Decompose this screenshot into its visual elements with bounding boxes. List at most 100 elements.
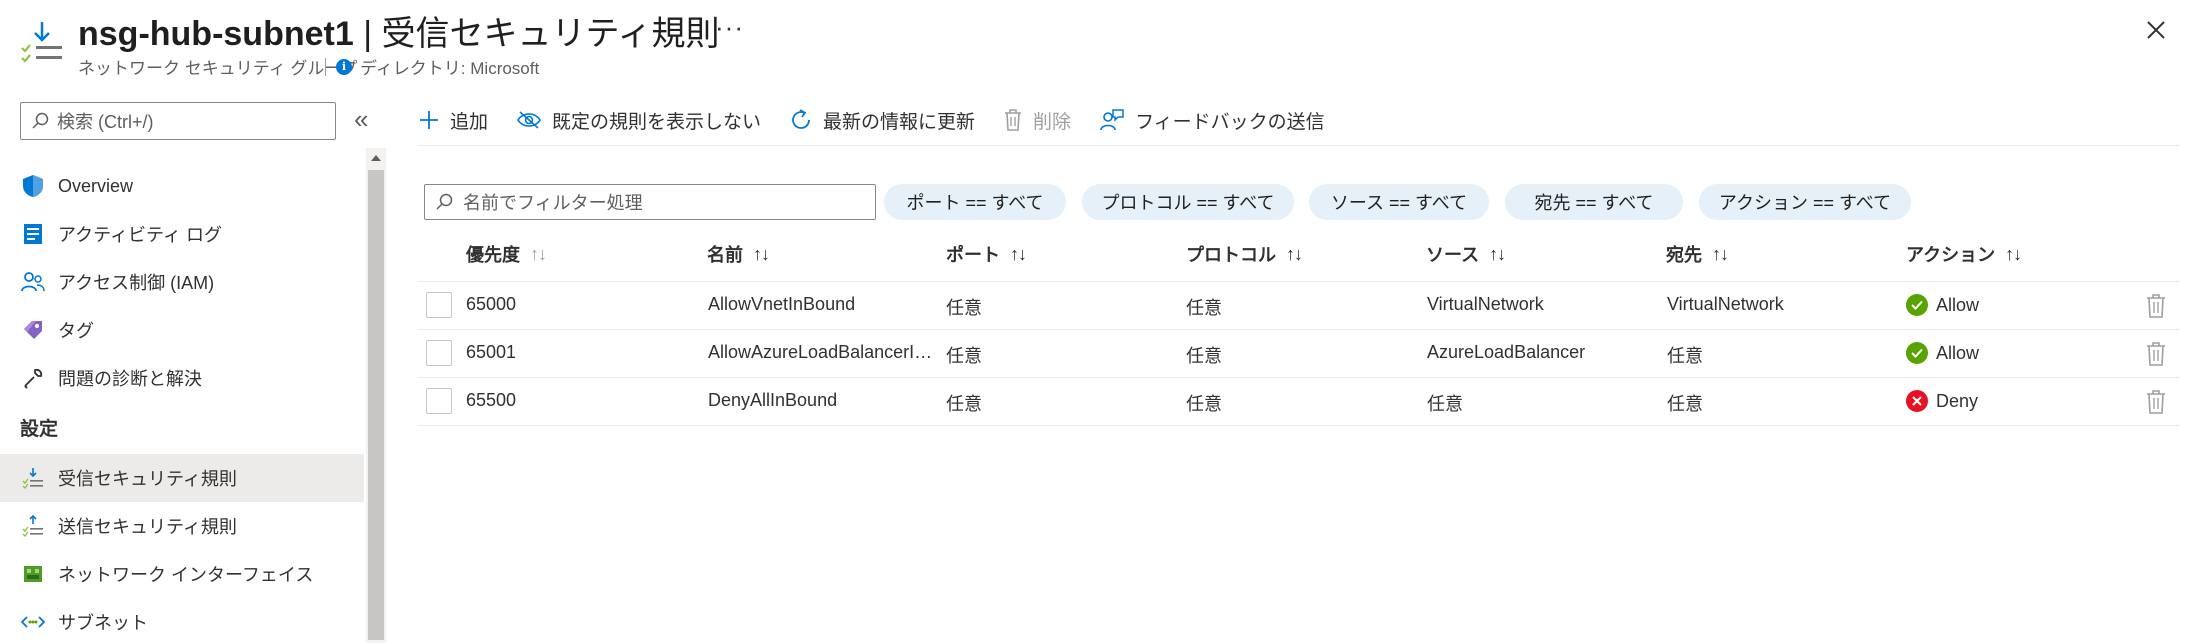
sidebar-item-outbound-rules[interactable]: 送信セキュリティ規則 bbox=[0, 502, 364, 550]
sort-icon: ↑↓ bbox=[1712, 243, 1729, 264]
inbound-rules-icon bbox=[20, 465, 46, 491]
column-header-action[interactable]: アクション ↑↓ bbox=[1906, 241, 2022, 267]
search-icon bbox=[32, 112, 49, 129]
scrollbar-thumb[interactable] bbox=[368, 170, 384, 640]
plus-icon bbox=[420, 111, 438, 129]
column-header-name[interactable]: 名前 ↑↓ bbox=[707, 241, 770, 267]
command-bar: 追加 既定の規則を表示しない 最新の情報に更新 削除 フィードバックの送信 bbox=[418, 96, 1353, 144]
send-feedback-button[interactable]: フィードバックの送信 bbox=[1099, 107, 1325, 134]
row-trash-icon[interactable] bbox=[2144, 388, 2168, 416]
column-label: ポート bbox=[946, 245, 1000, 265]
destination-filter-pill[interactable]: 宛先 == すべて bbox=[1505, 184, 1683, 220]
collapse-sidebar-button[interactable]: « bbox=[354, 104, 368, 135]
sidebar-item-label: アクセス制御 (IAM) bbox=[58, 273, 215, 293]
column-label: ソース bbox=[1426, 245, 1480, 265]
outbound-rules-icon bbox=[20, 513, 46, 539]
column-header-source[interactable]: ソース ↑↓ bbox=[1426, 241, 1506, 267]
sidebar-item-network-interfaces[interactable]: ネットワーク インターフェイス bbox=[0, 550, 364, 598]
sidebar-item-diagnose[interactable]: 問題の診断と解決 bbox=[0, 354, 364, 402]
cell-action: Allow bbox=[1906, 342, 1979, 364]
page-subtitle: ネットワーク セキュリティ グループ bbox=[78, 59, 358, 78]
close-icon[interactable] bbox=[2138, 12, 2174, 48]
sort-icon: ↑↓ bbox=[2005, 243, 2022, 264]
activity-log-icon bbox=[20, 221, 46, 247]
cell-destination: 任意 bbox=[1667, 394, 1703, 414]
sort-icon: ↑↓ bbox=[1010, 243, 1027, 264]
sidebar-item-subnets[interactable]: サブネット bbox=[0, 598, 364, 643]
column-header-priority[interactable]: 優先度 ↑↓ bbox=[466, 241, 547, 267]
cell-source: AzureLoadBalancer bbox=[1427, 342, 1586, 362]
name-filter-input[interactable]: 名前でフィルター処理 bbox=[424, 184, 876, 220]
hide-default-rules-button[interactable]: 既定の規則を表示しない bbox=[516, 107, 761, 134]
sidebar-item-iam[interactable]: アクセス制御 (IAM) bbox=[0, 258, 364, 306]
cell-priority: 65000 bbox=[466, 294, 517, 314]
sidebar-item-label: サブネット bbox=[58, 613, 148, 633]
subnet-icon bbox=[20, 609, 46, 635]
sidebar-item-inbound-rules[interactable]: 受信セキュリティ規則 bbox=[0, 454, 364, 502]
delete-button[interactable]: 削除 bbox=[1003, 107, 1071, 134]
sort-icon: ↑↓ bbox=[1286, 243, 1303, 264]
check-circle-icon bbox=[1906, 342, 1928, 364]
add-button[interactable]: 追加 bbox=[418, 107, 488, 134]
column-label: 名前 bbox=[707, 245, 743, 265]
action-label: Allow bbox=[1936, 342, 1980, 363]
row-trash-icon[interactable] bbox=[2144, 292, 2168, 320]
column-label: 宛先 bbox=[1666, 245, 1702, 265]
scroll-up-arrow-icon[interactable] bbox=[366, 148, 386, 168]
tag-icon bbox=[20, 317, 46, 343]
row-checkbox[interactable] bbox=[426, 292, 452, 318]
sidebar-item-label: アクティビティ ログ bbox=[58, 225, 222, 245]
feedback-label: フィードバックの送信 bbox=[1135, 111, 1325, 133]
sort-icon: ↑↓ bbox=[753, 243, 770, 264]
source-filter-pill[interactable]: ソース == すべて bbox=[1309, 184, 1489, 220]
sort-icon: ↑↓ bbox=[530, 243, 547, 264]
cell-name[interactable]: AllowVnetInBound bbox=[708, 294, 855, 315]
table-row[interactable]: 65001 AllowAzureLoadBalancerInBound 任意 任… bbox=[418, 330, 2180, 378]
column-label: プロトコル bbox=[1186, 245, 1276, 265]
sidebar-item-label: 送信セキュリティ規則 bbox=[58, 517, 237, 537]
table-row[interactable]: 65000 AllowVnetInBound 任意 任意 VirtualNetw… bbox=[418, 282, 2180, 330]
cell-source: VirtualNetwork bbox=[1427, 294, 1544, 314]
cell-priority: 65500 bbox=[466, 390, 517, 410]
action-label: Deny bbox=[1936, 390, 1979, 411]
cell-port: 任意 bbox=[946, 394, 982, 414]
cell-name[interactable]: DenyAllInBound bbox=[708, 390, 837, 411]
sidebar-item-overview[interactable]: Overview bbox=[0, 162, 364, 210]
cell-action: Allow bbox=[1906, 294, 1979, 316]
column-label: アクション bbox=[1906, 245, 1996, 265]
row-checkbox[interactable] bbox=[426, 388, 452, 414]
check-circle-icon bbox=[1906, 294, 1928, 316]
search-placeholder: 検索 (Ctrl+/) bbox=[57, 112, 154, 132]
add-button-label: 追加 bbox=[450, 111, 489, 133]
column-header-destination[interactable]: 宛先 ↑↓ bbox=[1666, 241, 1729, 267]
cell-name[interactable]: AllowAzureLoadBalancerInBound bbox=[708, 342, 938, 363]
action-filter-pill[interactable]: アクション == すべて bbox=[1699, 184, 1911, 220]
row-trash-icon[interactable] bbox=[2144, 340, 2168, 368]
column-header-port[interactable]: ポート ↑↓ bbox=[946, 241, 1027, 267]
row-checkbox[interactable] bbox=[426, 340, 452, 366]
sidebar: 検索 (Ctrl+/) « Overview アクティビティ ログ アクセス制御… bbox=[0, 92, 386, 643]
error-circle-icon bbox=[1906, 390, 1928, 412]
column-label: 優先度 bbox=[466, 245, 520, 265]
page-header: nsg-hub-subnet1 | 受信セキュリティ規則 ··· ネットワーク … bbox=[0, 0, 2188, 80]
refresh-button[interactable]: 最新の情報に更新 bbox=[789, 107, 975, 134]
sort-icon: ↑↓ bbox=[1489, 243, 1506, 264]
directory-text: ディレクトリ: Microsoft bbox=[360, 59, 540, 78]
sidebar-search-input[interactable]: 検索 (Ctrl+/) bbox=[20, 102, 336, 140]
protocol-filter-pill[interactable]: プロトコル == すべて bbox=[1082, 184, 1294, 220]
cell-source: 任意 bbox=[1427, 394, 1463, 414]
port-filter-pill[interactable]: ポート == すべて bbox=[884, 184, 1066, 220]
sidebar-item-activity-log[interactable]: アクティビティ ログ bbox=[0, 210, 364, 258]
info-icon: i bbox=[336, 58, 352, 75]
table-row[interactable]: 65500 DenyAllInBound 任意 任意 任意 任意 Deny bbox=[418, 378, 2180, 426]
people-icon bbox=[20, 269, 46, 295]
eye-hide-icon bbox=[517, 111, 541, 129]
sidebar-scrollbar[interactable] bbox=[366, 148, 386, 643]
more-button[interactable]: ··· bbox=[715, 12, 744, 43]
row-divider bbox=[418, 425, 2180, 426]
cell-action: Deny bbox=[1906, 390, 1978, 412]
wrench-icon bbox=[20, 365, 46, 391]
cell-priority: 65001 bbox=[466, 342, 517, 362]
sidebar-item-tags[interactable]: タグ bbox=[0, 306, 364, 354]
column-header-protocol[interactable]: プロトコル ↑↓ bbox=[1186, 241, 1303, 267]
